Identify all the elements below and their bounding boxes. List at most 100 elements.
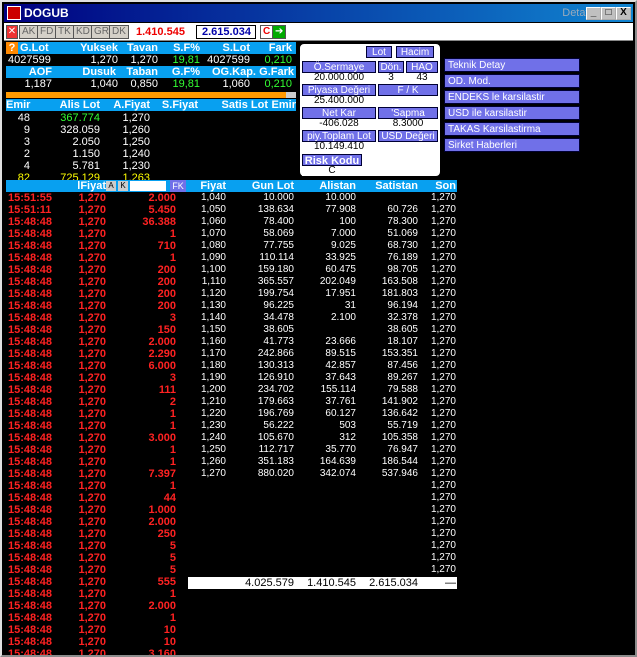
btn-od-mod[interactable]: OD. Mod. <box>444 74 580 88</box>
lot-button[interactable]: Lot <box>366 46 392 58</box>
distribution-row[interactable]: 1,080 77.755 9.025 68.730 1,270 <box>188 240 457 252</box>
trade-row[interactable]: 15:48:48 1,270 555 <box>6 576 186 588</box>
btn-usd[interactable]: USD ile karsilastir <box>444 106 580 120</box>
depth-slider[interactable] <box>6 92 296 98</box>
trade-row[interactable]: 15:48:48 1,270 1 <box>6 480 186 492</box>
trade-row[interactable]: 15:51:11 1,270 5.450 <box>6 204 186 216</box>
satis-sort-button[interactable]: K <box>118 181 128 191</box>
trade-row[interactable]: 15:48:48 1,270 2 <box>6 396 186 408</box>
distribution-row[interactable]: 1,270 <box>188 480 457 492</box>
distribution-row[interactable]: 1,180 130.313 42.857 87.456 1,270 <box>188 360 457 372</box>
trade-row[interactable]: 15:48:48 1,270 200 <box>6 264 186 276</box>
close-button[interactable]: X <box>616 7 631 20</box>
distribution-row[interactable]: 1,270 <box>188 540 457 552</box>
trade-row[interactable]: 15:48:48 1,270 6.000 <box>6 360 186 372</box>
distribution-row[interactable]: 1,050 138.634 77.908 60.726 1,270 <box>188 204 457 216</box>
trade-row[interactable]: 15:48:48 1,270 2.000 <box>6 336 186 348</box>
distribution-row[interactable]: 1,040 10.000 10.000 1,270 <box>188 192 457 204</box>
toolbar-btn-dk[interactable]: DK <box>109 25 129 39</box>
orderbook-row[interactable]: 48 367.774 1,270 <box>6 112 296 124</box>
trade-row[interactable]: 15:48:48 1,270 36.388 <box>6 216 186 228</box>
arrow-icon[interactable]: ➔ <box>272 25 287 39</box>
trade-row[interactable]: 15:48:48 1,270 3.160 <box>6 648 186 655</box>
distribution-row[interactable]: 1,270 <box>188 516 457 528</box>
toolbar-btn-ak[interactable]: AK <box>19 25 39 39</box>
distribution-row[interactable]: 1,070 58.069 7.000 51.069 1,270 <box>188 228 457 240</box>
trade-row[interactable]: 15:48:48 1,270 1 <box>6 420 186 432</box>
distribution-row[interactable]: 1,100 159.180 60.475 98.705 1,270 <box>188 264 457 276</box>
orderbook-row[interactable]: 2 1.150 1,240 <box>6 148 296 160</box>
distribution-row[interactable]: 1,270 <box>188 552 457 564</box>
distribution-row[interactable]: 1,260 351.183 164.639 186.544 1,270 <box>188 456 457 468</box>
distribution-row[interactable]: 1,270 <box>188 528 457 540</box>
trade-row[interactable]: 15:48:48 1,270 5 <box>6 552 186 564</box>
trade-row[interactable]: 15:48:48 1,270 200 <box>6 288 186 300</box>
trade-row[interactable]: 15:48:48 1,270 5 <box>6 540 186 552</box>
distribution-row[interactable]: 1,110 365.557 202.049 163.508 1,270 <box>188 276 457 288</box>
distribution-row[interactable]: 1,150 38.605 38.605 1,270 <box>188 324 457 336</box>
maximize-button[interactable]: □ <box>601 7 616 20</box>
trade-row[interactable]: 15:48:48 1,270 1 <box>6 456 186 468</box>
trade-row[interactable]: 15:48:48 1,270 5 <box>6 564 186 576</box>
trade-row[interactable]: 15:48:48 1,270 710 <box>6 240 186 252</box>
distribution-row[interactable]: 1,270 <box>188 564 457 576</box>
distribution-row[interactable]: 1,120 199.754 17.951 181.803 1,270 <box>188 288 457 300</box>
alis-sort-button[interactable]: A <box>106 181 116 191</box>
distribution-row[interactable]: 1,240 105.670 312 105.358 1,270 <box>188 432 457 444</box>
trade-row[interactable]: 15:48:48 1,270 111 <box>6 384 186 396</box>
trade-row[interactable]: 15:48:48 1,270 2.290 <box>6 348 186 360</box>
trade-row[interactable]: 15:48:48 1,270 44 <box>6 492 186 504</box>
trade-row[interactable]: 15:48:48 1,270 200 <box>6 276 186 288</box>
distribution-row[interactable]: 1,270 <box>188 504 457 516</box>
distribution-row[interactable]: 1,160 41.773 23.666 18.107 1,270 <box>188 336 457 348</box>
orderbook-row[interactable]: 3 2.050 1,250 <box>6 136 296 148</box>
distribution-list[interactable]: 1,040 10.000 10.000 1,270 1,050 138.634 77.908… <box>188 192 457 582</box>
distribution-row[interactable]: 1,190 126.910 37.643 89.267 1,270 <box>188 372 457 384</box>
toolbar-btn-fd[interactable]: FD <box>37 25 57 39</box>
btn-sirket-haberleri[interactable]: Sirket Haberleri <box>444 138 580 152</box>
trade-row[interactable]: 15:48:48 1,270 1 <box>6 588 186 600</box>
btn-endeks[interactable]: ENDEKS le karsilastir <box>444 90 580 104</box>
trade-row[interactable]: 15:48:48 1,270 1 <box>6 252 186 264</box>
trade-filter-input[interactable] <box>130 181 166 191</box>
orderbook-row[interactable]: 9 328.059 1,260 <box>6 124 296 136</box>
trade-row[interactable]: 15:48:48 1,270 2.000 <box>6 516 186 528</box>
trade-row[interactable]: 15:48:48 1,270 7.397 <box>6 468 186 480</box>
btn-teknik-detay[interactable]: Teknik Detay <box>444 58 580 72</box>
trade-row[interactable]: 15:51:55 1,270 2.000 <box>6 192 186 204</box>
toolbar-btn-tk[interactable]: TK <box>55 25 74 39</box>
btn-takas[interactable]: TAKAS Karsilastirma <box>444 122 580 136</box>
distribution-row[interactable]: 1,220 196.769 60.127 136.642 1,270 <box>188 408 457 420</box>
minimize-button[interactable]: _ <box>586 7 601 20</box>
trade-row[interactable]: 15:48:48 1,270 10 <box>6 636 186 648</box>
distribution-row[interactable]: 1,270 <box>188 492 457 504</box>
trade-row[interactable]: 15:48:48 1,270 1 <box>6 612 186 624</box>
trade-row[interactable]: 15:48:48 1,270 1 <box>6 228 186 240</box>
fk-button[interactable]: FK <box>170 180 186 192</box>
trade-row[interactable]: 15:48:48 1,270 150 <box>6 324 186 336</box>
distribution-row[interactable]: 1,250 112.717 35.770 76.947 1,270 <box>188 444 457 456</box>
trade-row[interactable]: 15:48:48 1,270 3.000 <box>6 432 186 444</box>
trade-row[interactable]: 15:48:48 1,270 250 <box>6 528 186 540</box>
trade-row[interactable]: 15:48:48 1,270 1 <box>6 408 186 420</box>
trade-row[interactable]: 15:48:48 1,270 2.000 <box>6 600 186 612</box>
trade-list[interactable]: 15:51:55 1,270 2.000 15:51:11 1,270 5.450 15:4… <box>6 192 186 655</box>
distribution-row[interactable]: 1,270 880.020 342.074 537.946 1,270 <box>188 468 457 480</box>
close-icon[interactable]: ✕ <box>6 25 18 39</box>
distribution-row[interactable]: 1,230 56.222 503 55.719 1,270 <box>188 420 457 432</box>
distribution-row[interactable]: 1,060 78.400 100 78.300 1,270 <box>188 216 457 228</box>
trade-row[interactable]: 15:48:48 1,270 3 <box>6 312 186 324</box>
trade-row[interactable]: 15:48:48 1,270 3 <box>6 372 186 384</box>
distribution-row[interactable]: 1,170 242.866 89.515 153.351 1,270 <box>188 348 457 360</box>
distribution-row[interactable]: 1,140 34.478 2.100 32.378 1,270 <box>188 312 457 324</box>
toolbar-btn-kd[interactable]: KD <box>73 25 93 39</box>
trade-row[interactable]: 15:48:48 1,270 1.000 <box>6 504 186 516</box>
help-icon[interactable]: ? <box>6 42 18 54</box>
trade-row[interactable]: 15:48:48 1,270 200 <box>6 300 186 312</box>
trade-row[interactable]: 15:48:48 1,270 1 <box>6 444 186 456</box>
distribution-row[interactable]: 1,200 234.702 155.114 79.588 1,270 <box>188 384 457 396</box>
distribution-row[interactable]: 1,210 179.663 37.761 141.902 1,270 <box>188 396 457 408</box>
title-bar[interactable]: DOGUB Detay _ □ X <box>4 4 633 22</box>
hacim-button[interactable]: Hacim <box>396 46 434 58</box>
distribution-row[interactable]: 1,130 96.225 31 96.194 1,270 <box>188 300 457 312</box>
